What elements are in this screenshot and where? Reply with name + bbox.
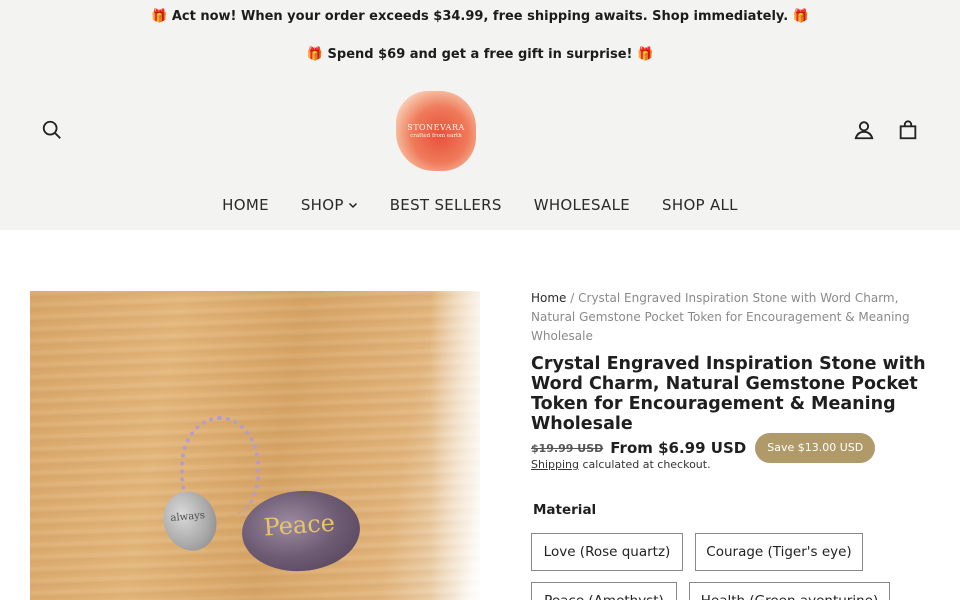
nav-shop-label: SHOP [300,196,344,214]
charm-engraving: always [170,510,206,525]
variant-option[interactable]: Peace (Amethyst) [531,582,677,600]
variant-option[interactable]: Love (Rose quartz) [531,533,683,571]
nav-shop-all-label: SHOP ALL [662,196,738,214]
breadcrumb: Home / Crystal Engraved Inspiration Ston… [531,289,923,346]
tax-text: calculated at checkout. [579,458,711,471]
save-badge: Save $13.00 USD [755,433,876,463]
shopping-bag-icon[interactable] [894,116,922,144]
nav-shop[interactable]: SHOP [301,196,358,214]
stone-engraving: Peace [262,508,336,542]
tax-note: Shipping calculated at checkout. [531,458,711,471]
nav-shop-all[interactable]: SHOP ALL [662,196,738,214]
announcement-bar-2[interactable]: 🎁 Spend $69 and get a free gift in surpr… [0,47,960,62]
product-title: Crystal Engraved Inspiration Stone with … [531,354,926,434]
light-glare [430,291,480,600]
nav-best-sellers[interactable]: BEST SELLERS [390,196,502,214]
user-icon[interactable] [850,116,878,144]
shipping-link[interactable]: Shipping [531,458,579,471]
chevron-down-icon [348,202,357,209]
product-main-image[interactable]: always Peace [30,291,480,600]
nav-home[interactable]: HOME [222,196,269,214]
breadcrumb-separator: / [570,291,575,305]
breadcrumb-home[interactable]: Home [531,291,566,305]
nav-wholesale[interactable]: WHOLESALE [534,196,630,214]
compare-price: $19.99 USD [531,441,604,455]
search-icon[interactable] [38,116,66,144]
announcement-bar-1[interactable]: 🎁 Act now! When your order exceeds $34.9… [0,9,960,24]
nav-best-sellers-label: BEST SELLERS [389,196,502,214]
variant-option[interactable]: Health (Green aventurine) [689,582,890,600]
logo-name: STONEVARA [407,123,465,132]
sale-price: From $6.99 USD [610,439,747,457]
nav-wholesale-label: WHOLESALE [533,196,631,214]
breadcrumb-current: Crystal Engraved Inspiration Stone with … [531,291,910,343]
main-nav: HOME SHOP BEST SELLERS WHOLESALE SHOP AL… [0,196,960,214]
variant-option[interactable]: Courage (Tiger's eye) [695,533,863,571]
option-label-material: Material [533,502,597,518]
nav-home-label: HOME [222,196,269,214]
store-logo[interactable]: STONEVARA crafted from earth [396,91,476,171]
logo-tagline: crafted from earth [410,133,462,139]
